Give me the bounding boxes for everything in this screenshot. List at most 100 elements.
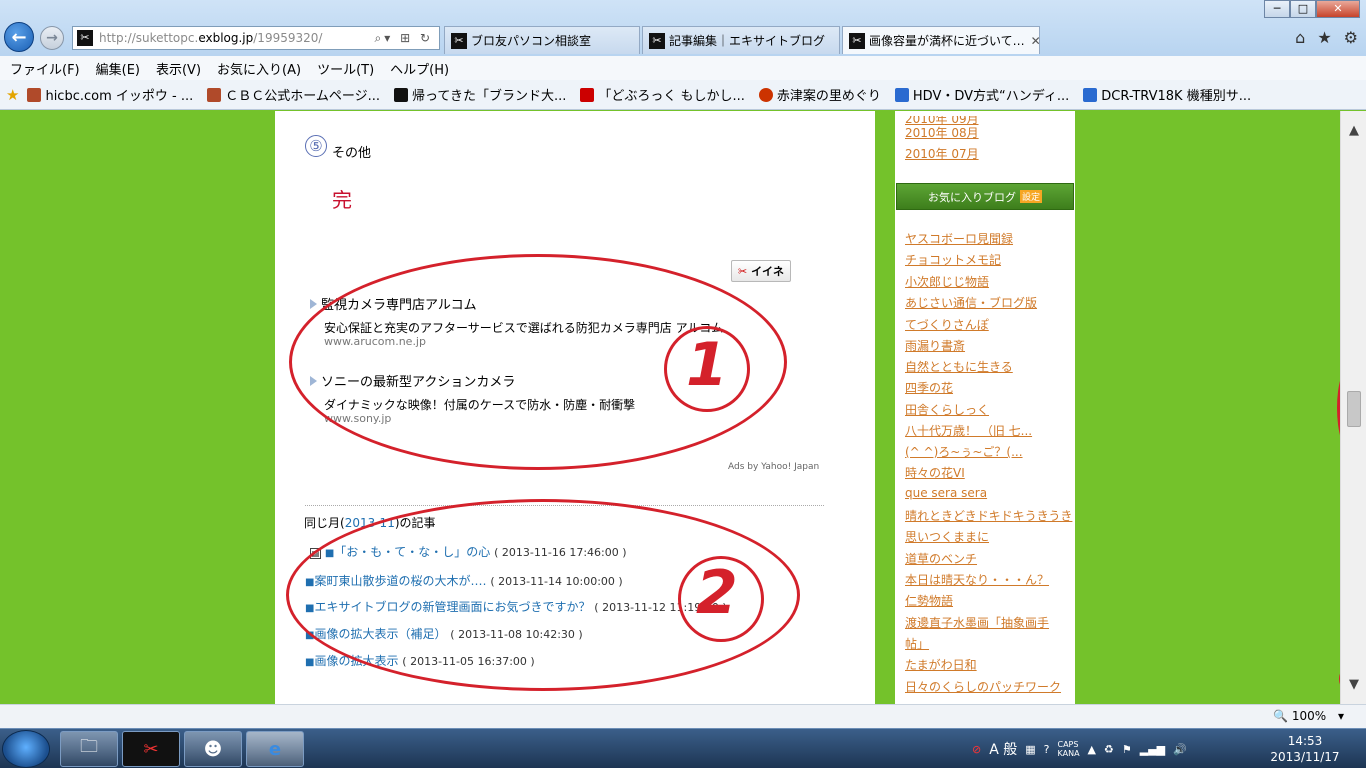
forward-button[interactable]: →: [40, 26, 64, 50]
back-button[interactable]: ←: [4, 22, 34, 52]
blog-link[interactable]: チョコットメモ記: [905, 251, 1001, 268]
help-icon[interactable]: ?: [1044, 743, 1050, 756]
favorite-label: HDV・DV方式“ハンディ...: [912, 89, 1070, 104]
tab-label: 記事編集｜エキサイトブログ: [669, 34, 826, 48]
menu-bar: ファイル(F) 編集(E) 表示(V) お気に入り(A) ツール(T) ヘルプ(…: [0, 56, 1366, 80]
favorite-link[interactable]: 「どぶろっく もしかし...: [580, 85, 745, 104]
blog-link[interactable]: (^ ^)ろ~ぅ~ご？(...: [905, 443, 1023, 460]
zoom-control[interactable]: 🔍 100% ▾: [1273, 709, 1344, 723]
network-taskbar-button[interactable]: ☻: [184, 731, 242, 767]
status-bar: 🔍 100% ▾: [0, 704, 1366, 728]
clock[interactable]: 14:53 2013/11/17: [1270, 733, 1340, 765]
vertical-scrollbar[interactable]: ▲ ▼: [1340, 111, 1366, 704]
app-taskbar-button[interactable]: ✂: [122, 731, 180, 767]
blog-link[interactable]: 思いつくままに: [905, 528, 989, 545]
blog-link[interactable]: 小次郎じじ物語: [905, 273, 989, 290]
arrow-bullet-icon: [310, 299, 317, 309]
menu-edit[interactable]: 編集(E): [96, 59, 140, 78]
favorite-link[interactable]: HDV・DV方式“ハンディ...: [894, 85, 1070, 104]
close-window-button[interactable]: ✕: [1316, 0, 1360, 18]
menu-tools[interactable]: ツール(T): [317, 59, 374, 78]
address-tools-icon[interactable]: ⌕▾ ⊞ ↻: [375, 31, 433, 46]
chevron-down-icon: ▾: [1337, 709, 1344, 723]
ie-taskbar-button[interactable]: e: [246, 731, 304, 767]
blog-link[interactable]: 雨漏り書斎: [905, 337, 965, 354]
tab-favicon-icon: ✂: [451, 32, 467, 49]
site-icon: [758, 87, 773, 102]
ie-icon: e: [268, 738, 282, 760]
blog-link[interactable]: 道草のベンチ: [905, 550, 977, 567]
blog-link[interactable]: 本日は晴天なり・・・ん？: [905, 571, 1049, 588]
favorites-star-icon[interactable]: ★: [1317, 28, 1331, 47]
site-icon: [393, 87, 408, 102]
tab-2[interactable]: ✂ 記事編集｜エキサイトブログ: [642, 26, 840, 54]
blog-link[interactable]: 渡邊直子水墨画「抽象画手: [905, 614, 1049, 631]
home-icon[interactable]: ⌂: [1295, 28, 1305, 47]
favorites-bar: ★ hicbc.com イッポウ - ... ＣＢＣ公式ホームページ... 帰っ…: [0, 80, 1366, 110]
blog-link[interactable]: てづくりさんぽ: [905, 316, 989, 333]
window-controls: ─ □ ✕: [1264, 0, 1360, 18]
blog-link[interactable]: 田舎くらしっく: [905, 401, 989, 418]
menu-help[interactable]: ヘルプ(H): [390, 59, 449, 78]
archive-link[interactable]: 2010年 08月: [905, 124, 979, 141]
tab-favicon-icon: ✂: [649, 32, 665, 49]
blog-link[interactable]: たまがわ日和: [905, 656, 977, 673]
address-bar[interactable]: ✂ http://sukettopc. exblog.jp/19959320/ ⌕…: [72, 26, 440, 50]
setting-button[interactable]: 設定: [1019, 190, 1042, 203]
tab-1[interactable]: ✂ ブロ友パソコン相談室: [444, 26, 640, 54]
blog-link[interactable]: 仁勢物語: [905, 592, 953, 609]
favorites-blog-header: お気に入りブログ 設定: [896, 183, 1074, 210]
gear-icon[interactable]: ⚙: [1344, 28, 1358, 47]
tray-expand-icon[interactable]: ▲: [1088, 743, 1096, 756]
favorite-link[interactable]: 帰ってきた「ブランド大...: [393, 85, 566, 104]
menu-file[interactable]: ファイル(F): [10, 59, 80, 78]
ime-indicator[interactable]: A 般: [989, 739, 1017, 759]
taskbar: 🗀 ✂ ☻ e ⊘ A 般 ▦ ? CAPS KANA ▲ ♻ ⚑ ▂▄▆ 🔊 1…: [0, 728, 1366, 768]
favorite-link[interactable]: ＣＢＣ公式ホームページ...: [207, 85, 380, 104]
folder-icon: 🗀: [80, 736, 98, 757]
like-button[interactable]: ✂ イイネ: [731, 260, 792, 282]
blog-link[interactable]: 四季の花: [905, 379, 953, 396]
stop-icon[interactable]: ⊘: [972, 743, 981, 756]
maximize-button[interactable]: □: [1290, 0, 1316, 18]
like-icon: ✂: [738, 265, 748, 278]
sync-icon[interactable]: ♻: [1104, 743, 1114, 756]
scroll-up-icon[interactable]: ▲: [1341, 123, 1366, 143]
favorite-link[interactable]: DCR-TRV18K 機種別サ...: [1083, 85, 1251, 104]
caps-kana-indicator: CAPS KANA: [1057, 740, 1080, 758]
blog-link[interactable]: 時々の花VI: [905, 464, 965, 481]
blog-link[interactable]: que sera sera: [905, 486, 987, 500]
blog-link[interactable]: 晴れときどきドキドキうきうき: [905, 507, 1072, 524]
ads-credit: Ads by Yahoo! Japan: [728, 462, 820, 472]
blog-link[interactable]: 帖」: [905, 635, 929, 652]
volume-icon[interactable]: 🔊: [1173, 743, 1187, 756]
scroll-thumb[interactable]: [1347, 391, 1361, 427]
blog-link[interactable]: 日々のくらしのパッチワーク: [905, 678, 1061, 695]
blog-link[interactable]: 八十代万歳！ （旧 七...: [905, 422, 1032, 439]
archive-link[interactable]: 2010年 07月: [905, 145, 979, 162]
network-icon[interactable]: ▂▄▆: [1140, 743, 1165, 756]
explorer-taskbar-button[interactable]: 🗀: [60, 731, 118, 767]
site-icon: [580, 87, 595, 102]
url-prefix: http://sukettopc.: [99, 31, 199, 45]
menu-favorites[interactable]: お気に入り(A): [217, 59, 301, 78]
favorite-link[interactable]: 赤津案の里めぐり: [758, 85, 881, 104]
menu-view[interactable]: 表示(V): [156, 59, 201, 78]
scroll-down-icon[interactable]: ▼: [1341, 677, 1366, 697]
blog-link[interactable]: 自然とともに生きる: [905, 358, 1013, 375]
favorite-label: ＣＢＣ公式ホームページ...: [225, 89, 380, 104]
minimize-button[interactable]: ─: [1264, 0, 1290, 18]
tab-3-active[interactable]: ✂ 画像容量が満杯に近づいて… ✕: [842, 26, 1040, 54]
favorites-star-icon[interactable]: ★: [6, 86, 19, 104]
ime-tools-icon[interactable]: ▦: [1025, 743, 1035, 756]
blog-link[interactable]: ヤスコボーロ見聞録: [905, 230, 1013, 247]
zoom-icon: 🔍: [1273, 709, 1288, 723]
section-label: その他: [332, 146, 372, 161]
favorite-label: 赤津案の里めぐり: [776, 89, 881, 104]
favorite-link[interactable]: hicbc.com イッポウ - ...: [27, 85, 193, 104]
tab-close-icon[interactable]: ✕: [1031, 34, 1039, 48]
zoom-level: 100%: [1291, 709, 1327, 723]
start-button[interactable]: [2, 730, 50, 768]
flag-icon[interactable]: ⚑: [1122, 743, 1132, 756]
blog-link[interactable]: あじさい通信・ブログ版: [905, 294, 1037, 311]
